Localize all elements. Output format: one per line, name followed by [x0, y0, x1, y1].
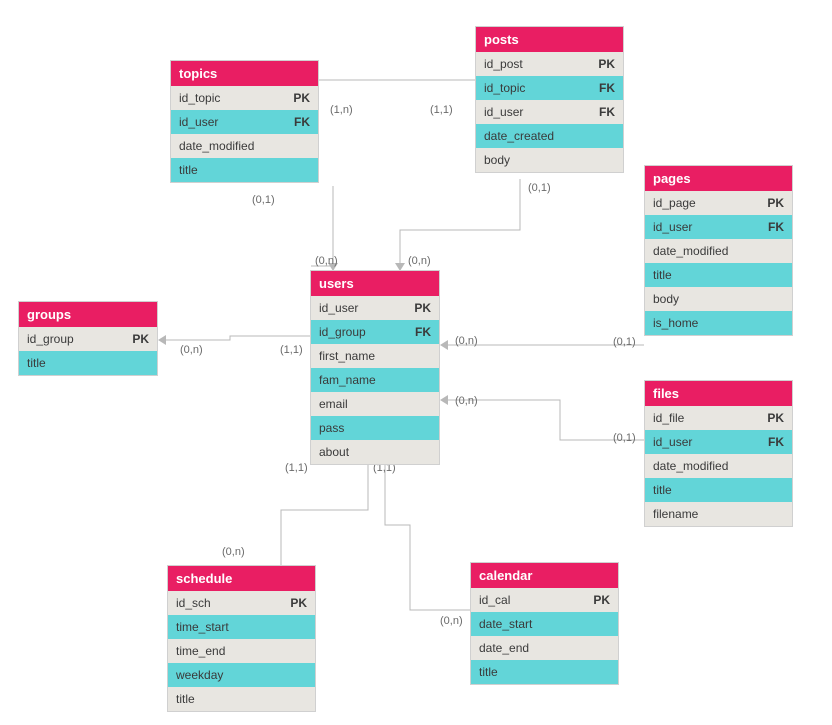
entity-row: id_userPK — [311, 296, 439, 320]
card-users-files-right: (0,n) — [455, 395, 478, 407]
entity-title: posts — [476, 27, 623, 52]
entity-row: fam_name — [311, 368, 439, 392]
entity-row: title — [168, 687, 315, 711]
entity-title: pages — [645, 166, 792, 191]
entity-posts: posts id_postPK id_topicFK id_userFK dat… — [475, 26, 624, 173]
card-posts-users-top: (0,1) — [528, 182, 551, 194]
entity-row: id_topicFK — [476, 76, 623, 100]
entity-row: body — [476, 148, 623, 172]
entity-row: id_filePK — [645, 406, 792, 430]
entity-row: id_schPK — [168, 591, 315, 615]
card-calendar-users-bot: (0,n) — [440, 615, 463, 627]
entity-row: id_postPK — [476, 52, 623, 76]
entity-row: id_groupPK — [19, 327, 157, 351]
entity-row: id_pagePK — [645, 191, 792, 215]
entity-row: email — [311, 392, 439, 416]
entity-files: files id_filePK id_userFK date_modified … — [644, 380, 793, 527]
entity-title: schedule — [168, 566, 315, 591]
entity-row: weekday — [168, 663, 315, 687]
entity-row: date_modified — [645, 454, 792, 478]
card-files-users-left: (0,1) — [613, 432, 636, 444]
entity-row: id_topicPK — [171, 86, 318, 110]
entity-title: files — [645, 381, 792, 406]
entity-groups: groups id_groupPK title — [18, 301, 158, 376]
entity-row: pass — [311, 416, 439, 440]
entity-row: id_userFK — [645, 430, 792, 454]
entity-row: filename — [645, 502, 792, 526]
entity-row: body — [645, 287, 792, 311]
entity-row: first_name — [311, 344, 439, 368]
entity-row: date_created — [476, 124, 623, 148]
entity-row: is_home — [645, 311, 792, 335]
entity-calendar: calendar id_calPK date_start date_end ti… — [470, 562, 619, 685]
entity-row: id_calPK — [471, 588, 618, 612]
entity-row: id_userFK — [476, 100, 623, 124]
card-schedule-users-top: (1,1) — [285, 462, 308, 474]
entity-row: title — [645, 478, 792, 502]
entity-row: title — [19, 351, 157, 375]
card-topics-users-bot: (0,n) — [315, 255, 338, 267]
entity-row: id_userFK — [645, 215, 792, 239]
card-topics-users-top: (0,1) — [252, 194, 275, 206]
entity-title: users — [311, 271, 439, 296]
entity-title: topics — [171, 61, 318, 86]
card-topics-posts-left: (1,n) — [330, 104, 353, 116]
entity-row: date_modified — [645, 239, 792, 263]
entity-row: id_userFK — [171, 110, 318, 134]
card-topics-posts-right: (1,1) — [430, 104, 453, 116]
entity-row: title — [471, 660, 618, 684]
entity-title: calendar — [471, 563, 618, 588]
entity-row: time_start — [168, 615, 315, 639]
entity-users: users id_userPK id_groupFK first_name fa… — [310, 270, 440, 465]
entity-row: about — [311, 440, 439, 464]
entity-row: title — [645, 263, 792, 287]
entity-title: groups — [19, 302, 157, 327]
entity-row: date_end — [471, 636, 618, 660]
card-users-pages-right: (0,n) — [455, 335, 478, 347]
card-posts-users-bot: (0,n) — [408, 255, 431, 267]
entity-row: title — [171, 158, 318, 182]
entity-pages: pages id_pagePK id_userFK date_modified … — [644, 165, 793, 336]
entity-row: id_groupFK — [311, 320, 439, 344]
entity-row: date_start — [471, 612, 618, 636]
entity-schedule: schedule id_schPK time_start time_end we… — [167, 565, 316, 712]
card-pages-users-left: (0,1) — [613, 336, 636, 348]
card-users-groups-right: (0,n) — [180, 344, 203, 356]
entity-row: time_end — [168, 639, 315, 663]
card-schedule-users-bot: (0,n) — [222, 546, 245, 558]
entity-row: date_modified — [171, 134, 318, 158]
entity-topics: topics id_topicPK id_userFK date_modifie… — [170, 60, 319, 183]
card-users-groups-left: (1,1) — [280, 344, 303, 356]
